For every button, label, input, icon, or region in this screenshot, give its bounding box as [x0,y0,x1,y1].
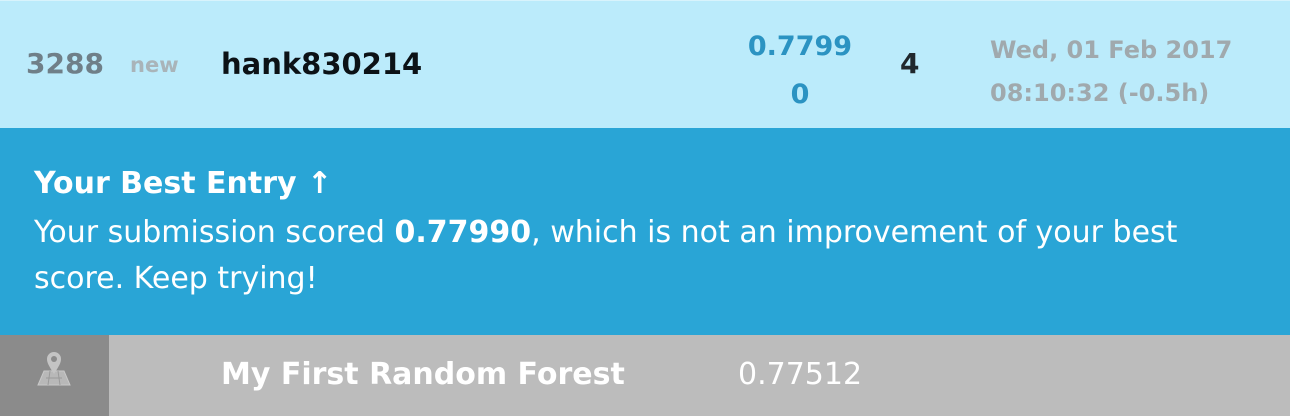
map-pin-icon [37,352,71,386]
public-score: 0.7799 0 [740,23,860,119]
rank: 3288 [26,47,104,80]
submission-score: 0.77990 [394,215,532,250]
public-score-line2: 0 [790,79,810,110]
rank-delta: new [130,53,179,77]
submission-name: My First Random Forest [221,357,625,392]
public-score-line1: 0.7799 [747,31,853,62]
submission-icon-cell [0,335,109,416]
best-entry-title: Your Best Entry ↑ [34,166,333,201]
message-prefix: Your submission scored [34,215,395,250]
submission-score-value: 0.77512 [738,357,863,392]
submission-row: My First Random Forest 0.77512 [0,335,1290,416]
entries-count: 4 [900,47,920,80]
best-entry-banner: Your Best Entry ↑ Your submission scored… [0,128,1290,335]
last-submission-time: Wed, 01 Feb 2017 08:10:32 (-0.5h) [990,29,1232,115]
last-submission-clock: 08:10:32 (-0.5h) [990,79,1210,107]
best-entry-message: Your submission scored 0.77990, which is… [34,210,1234,302]
team-name[interactable]: hank830214 [221,47,422,81]
leaderboard-row: 3288 new hank830214 0.7799 0 4 Wed, 01 F… [0,0,1290,128]
last-submission-date: Wed, 01 Feb 2017 [990,36,1233,64]
